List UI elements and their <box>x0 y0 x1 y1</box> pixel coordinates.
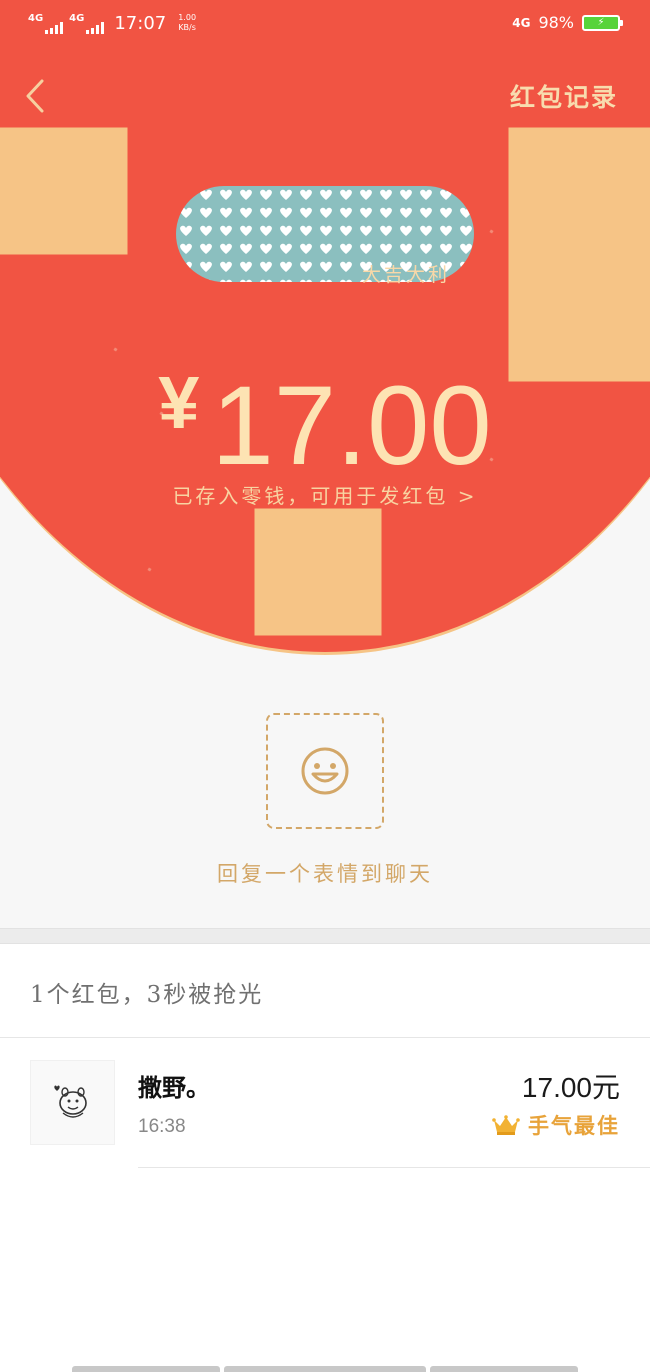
crown-icon <box>492 1115 520 1135</box>
records-list: 1个红包，3秒被抢光 撒野。 16:38 17.00元 手气最佳 <box>0 944 650 1372</box>
receive-time: 16:38 <box>138 1116 186 1137</box>
reply-emoji-label[interactable]: 回复一个表情到聊天 <box>0 858 650 888</box>
cartoon-avatar-icon <box>54 1085 87 1118</box>
reply-emoji-button[interactable] <box>266 713 384 829</box>
status-bar: 4G 4G 17:07 1.00 KB/s 4G 98% ⚡ <box>0 0 650 48</box>
grab-summary: 1个红包，3秒被抢光 <box>30 982 264 1008</box>
network-type-right: 4G <box>512 15 531 30</box>
red-packet-header: 4G 4G 17:07 1.00 KB/s 4G 98% ⚡ 红包记录 大吉大利… <box>0 0 650 660</box>
red-packet-records-link[interactable]: 红包记录 <box>510 78 618 114</box>
battery-percent: 98% <box>538 13 574 32</box>
status-right: 4G 98% ⚡ <box>512 13 623 32</box>
bottom-nav-indicator <box>0 1366 650 1372</box>
receiver-name: 撒野。 <box>138 1073 210 1102</box>
signal-1-icon: 4G <box>28 12 64 34</box>
network-type-1: 4G <box>28 13 44 24</box>
best-luck-badge: 手气最佳 <box>492 1110 620 1140</box>
receive-amount: 17.00元 <box>521 1072 620 1103</box>
amount-value: 17.00 <box>211 363 492 488</box>
received-amount: ¥17.00 <box>0 360 650 490</box>
list-item[interactable]: 撒野。 16:38 17.00元 手气最佳 <box>0 1038 650 1168</box>
chevron-left-icon <box>26 79 44 113</box>
speed-unit: KB/s <box>178 23 196 32</box>
saved-to-balance-link[interactable]: 已存入零钱，可用于发红包 > <box>0 480 650 509</box>
status-left: 4G 4G 17:07 1.00 KB/s <box>28 12 196 34</box>
signal-2-icon: 4G <box>69 12 105 34</box>
currency-symbol: ¥ <box>158 361 200 444</box>
network-type-2: 4G <box>69 13 85 24</box>
network-speed: 1.00 KB/s <box>178 13 196 33</box>
avatar[interactable] <box>30 1060 115 1145</box>
smiley-icon <box>301 747 349 795</box>
section-divider <box>0 928 650 944</box>
divider <box>138 1167 650 1168</box>
blessing-text: 大吉大利 <box>361 264 450 286</box>
battery-icon: ⚡ <box>582 14 623 31</box>
clock: 17:07 <box>114 12 167 34</box>
speed-value: 1.00 <box>178 13 197 22</box>
best-luck-label: 手气最佳 <box>528 1113 620 1138</box>
back-button[interactable] <box>22 78 52 114</box>
